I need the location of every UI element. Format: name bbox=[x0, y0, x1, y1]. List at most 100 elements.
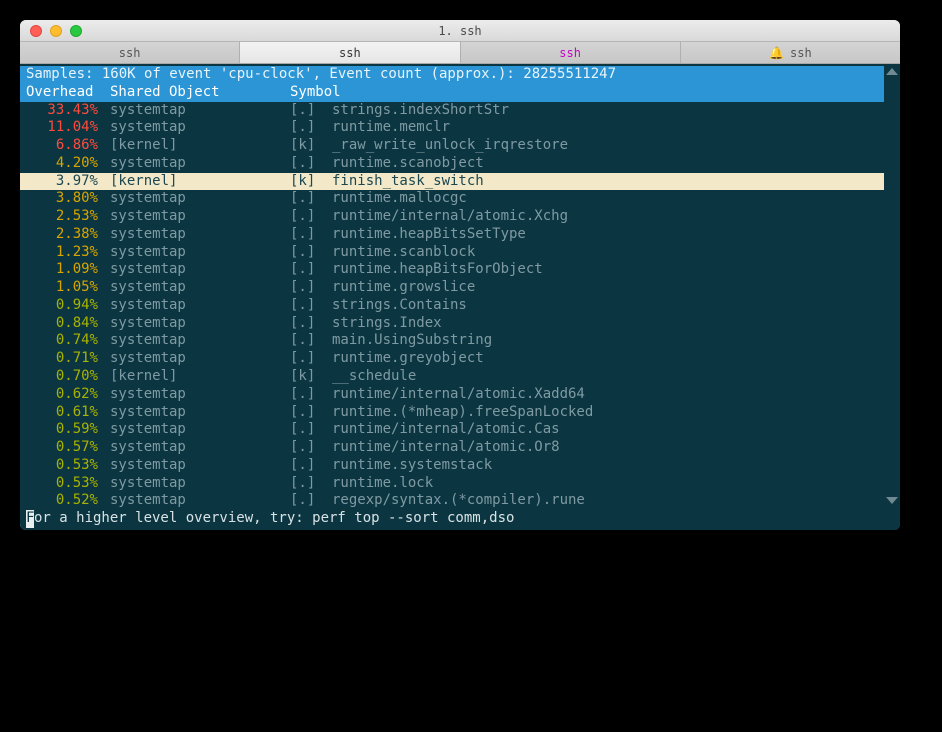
overhead-pct: 11.04% bbox=[26, 119, 110, 137]
shared-object: systemtap bbox=[110, 102, 290, 120]
traffic-lights bbox=[20, 25, 82, 37]
table-row[interactable]: 0.57%systemtap[.]runtime/internal/atomic… bbox=[20, 439, 900, 457]
table-row[interactable]: 0.71%systemtap[.]runtime.greyobject bbox=[20, 350, 900, 368]
symbol-name: runtime.mallocgc bbox=[332, 190, 894, 208]
tab-label: ssh bbox=[119, 46, 141, 60]
close-icon[interactable] bbox=[30, 25, 42, 37]
overhead-pct: 0.62% bbox=[26, 386, 110, 404]
symbol-name: runtime.(*mheap).freeSpanLocked bbox=[332, 404, 894, 422]
profile-rows: 33.43%systemtap[.]strings.indexShortStr1… bbox=[20, 102, 900, 511]
table-row[interactable]: 0.94%systemtap[.]strings.Contains bbox=[20, 297, 900, 315]
footer-text: or a higher level overview, try: perf to… bbox=[34, 510, 514, 526]
col-symbol: Symbol bbox=[290, 84, 341, 100]
table-row[interactable]: 0.84%systemtap[.]strings.Index bbox=[20, 315, 900, 333]
scrollbar[interactable] bbox=[884, 64, 900, 530]
symbol-tag: [.] bbox=[290, 332, 332, 350]
symbol-name: runtime.memclr bbox=[332, 119, 894, 137]
symbol-name: runtime/internal/atomic.Xchg bbox=[332, 208, 894, 226]
tab-2[interactable]: ssh bbox=[461, 42, 681, 63]
shared-object: systemtap bbox=[110, 475, 290, 493]
overhead-pct: 33.43% bbox=[26, 102, 110, 120]
symbol-tag: [.] bbox=[290, 457, 332, 475]
symbol-tag: [.] bbox=[290, 386, 332, 404]
symbol-tag: [.] bbox=[290, 208, 332, 226]
shared-object: systemtap bbox=[110, 457, 290, 475]
shared-object: systemtap bbox=[110, 279, 290, 297]
shared-object: systemtap bbox=[110, 244, 290, 262]
table-row[interactable]: 0.59%systemtap[.]runtime/internal/atomic… bbox=[20, 421, 900, 439]
shared-object: [kernel] bbox=[110, 173, 290, 191]
shared-object: systemtap bbox=[110, 404, 290, 422]
tab-0[interactable]: ssh bbox=[20, 42, 240, 63]
table-row[interactable]: 2.53%systemtap[.]runtime/internal/atomic… bbox=[20, 208, 900, 226]
table-row[interactable]: 2.38%systemtap[.]runtime.heapBitsSetType bbox=[20, 226, 900, 244]
symbol-name: runtime.systemstack bbox=[332, 457, 894, 475]
symbol-tag: [k] bbox=[290, 137, 332, 155]
table-row[interactable]: 1.05%systemtap[.]runtime.growslice bbox=[20, 279, 900, 297]
overhead-pct: 1.05% bbox=[26, 279, 110, 297]
tab-1[interactable]: ssh bbox=[240, 42, 460, 63]
scroll-down-icon[interactable] bbox=[886, 497, 898, 504]
shared-object: systemtap bbox=[110, 226, 290, 244]
scroll-up-icon[interactable] bbox=[886, 68, 898, 75]
table-row[interactable]: 1.09%systemtap[.]runtime.heapBitsForObje… bbox=[20, 261, 900, 279]
table-row[interactable]: 0.53%systemtap[.]runtime.systemstack bbox=[20, 457, 900, 475]
symbol-name: regexp/syntax.(*compiler).rune bbox=[332, 492, 894, 510]
shared-object: [kernel] bbox=[110, 137, 290, 155]
terminal-body[interactable]: Samples: 160K of event 'cpu-clock', Even… bbox=[20, 64, 900, 530]
table-row[interactable]: 33.43%systemtap[.]strings.indexShortStr bbox=[20, 102, 900, 120]
shared-object: [kernel] bbox=[110, 368, 290, 386]
overhead-pct: 3.97% bbox=[26, 173, 110, 191]
table-row[interactable]: 6.86%[kernel][k]_raw_write_unlock_irqres… bbox=[20, 137, 900, 155]
overhead-pct: 6.86% bbox=[26, 137, 110, 155]
tab-3[interactable]: 🔔ssh bbox=[681, 42, 900, 63]
symbol-name: runtime/internal/atomic.Cas bbox=[332, 421, 894, 439]
shared-object: systemtap bbox=[110, 315, 290, 333]
symbol-tag: [k] bbox=[290, 368, 332, 386]
symbol-name: runtime.scanobject bbox=[332, 155, 894, 173]
symbol-name: runtime/internal/atomic.Xadd64 bbox=[332, 386, 894, 404]
table-row[interactable]: 1.23%systemtap[.]runtime.scanblock bbox=[20, 244, 900, 262]
overhead-pct: 1.09% bbox=[26, 261, 110, 279]
overhead-pct: 0.53% bbox=[26, 457, 110, 475]
symbol-tag: [.] bbox=[290, 475, 332, 493]
symbol-name: _raw_write_unlock_irqrestore bbox=[332, 137, 894, 155]
table-row[interactable]: 0.61%systemtap[.]runtime.(*mheap).freeSp… bbox=[20, 404, 900, 422]
window-title: 1. ssh bbox=[20, 24, 900, 38]
overhead-pct: 2.38% bbox=[26, 226, 110, 244]
overhead-pct: 1.23% bbox=[26, 244, 110, 262]
symbol-tag: [.] bbox=[290, 315, 332, 333]
col-overhead: Overhead bbox=[26, 84, 110, 102]
symbol-tag: [k] bbox=[290, 173, 332, 191]
table-row[interactable]: 4.20%systemtap[.]runtime.scanobject bbox=[20, 155, 900, 173]
table-row[interactable]: 0.62%systemtap[.]runtime/internal/atomic… bbox=[20, 386, 900, 404]
shared-object: systemtap bbox=[110, 119, 290, 137]
symbol-tag: [.] bbox=[290, 119, 332, 137]
symbol-name: runtime/internal/atomic.Or8 bbox=[332, 439, 894, 457]
symbol-name: runtime.heapBitsSetType bbox=[332, 226, 894, 244]
table-row[interactable]: 0.52%systemtap[.]regexp/syntax.(*compile… bbox=[20, 492, 900, 510]
table-row[interactable]: 0.70%[kernel][k]__schedule bbox=[20, 368, 900, 386]
overhead-pct: 0.59% bbox=[26, 421, 110, 439]
symbol-tag: [.] bbox=[290, 404, 332, 422]
table-row[interactable]: 11.04%systemtap[.]runtime.memclr bbox=[20, 119, 900, 137]
overhead-pct: 0.94% bbox=[26, 297, 110, 315]
overhead-pct: 0.52% bbox=[26, 492, 110, 510]
table-row[interactable]: 3.80%systemtap[.]runtime.mallocgc bbox=[20, 190, 900, 208]
shared-object: systemtap bbox=[110, 261, 290, 279]
overhead-pct: 0.71% bbox=[26, 350, 110, 368]
overhead-pct: 4.20% bbox=[26, 155, 110, 173]
symbol-tag: [.] bbox=[290, 492, 332, 510]
table-row[interactable]: 3.97%[kernel][k]finish_task_switch bbox=[20, 173, 900, 191]
titlebar[interactable]: 1. ssh bbox=[20, 20, 900, 42]
shared-object: systemtap bbox=[110, 439, 290, 457]
samples-status: Samples: 160K of event 'cpu-clock', Even… bbox=[20, 66, 900, 84]
maximize-icon[interactable] bbox=[70, 25, 82, 37]
table-row[interactable]: 0.53%systemtap[.]runtime.lock bbox=[20, 475, 900, 493]
minimize-icon[interactable] bbox=[50, 25, 62, 37]
footer-hint: For a higher level overview, try: perf t… bbox=[20, 510, 900, 528]
overhead-pct: 0.53% bbox=[26, 475, 110, 493]
table-row[interactable]: 0.74%systemtap[.]main.UsingSubstring bbox=[20, 332, 900, 350]
symbol-name: runtime.heapBitsForObject bbox=[332, 261, 894, 279]
symbol-name: main.UsingSubstring bbox=[332, 332, 894, 350]
